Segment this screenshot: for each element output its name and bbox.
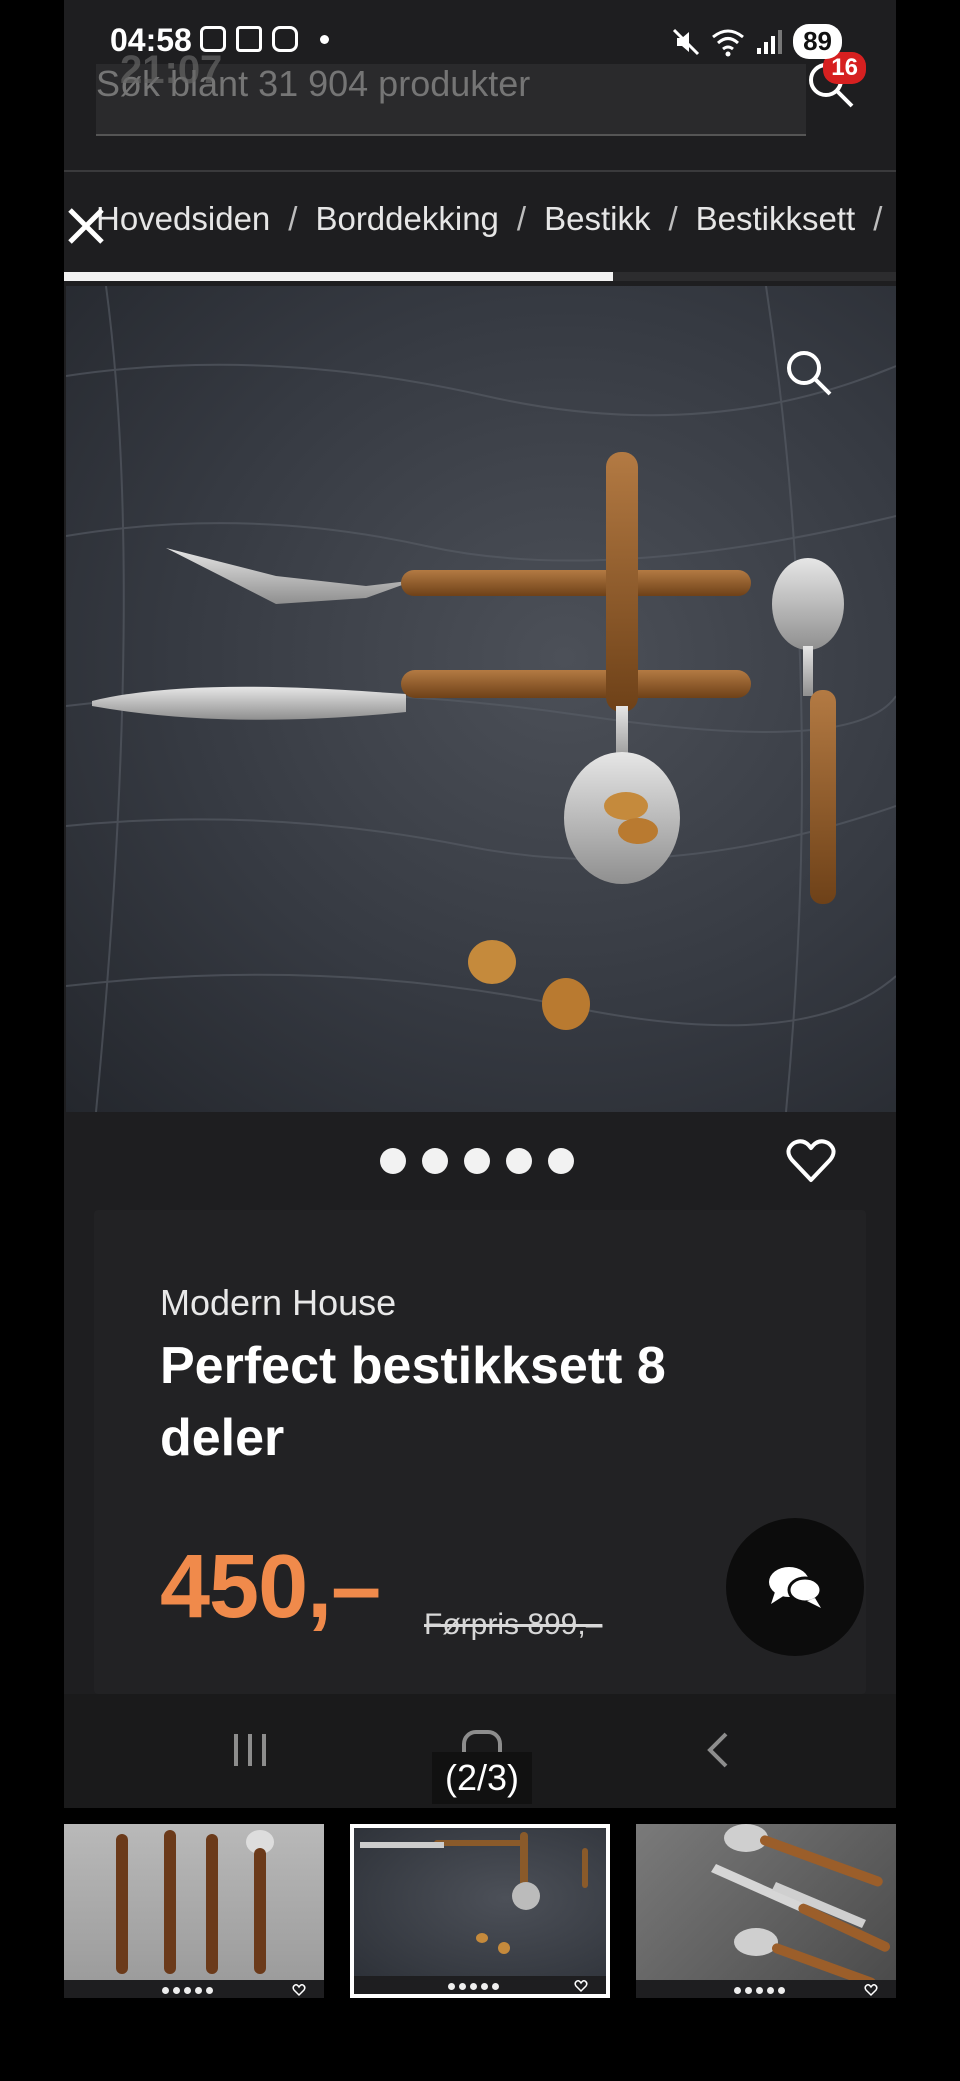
notification-icons — [200, 26, 329, 52]
product-title: Perfect bestikksett 8 deler — [160, 1337, 666, 1467]
carousel-dot[interactable] — [380, 1148, 406, 1174]
thumbnail-2-heart-icon — [574, 1980, 588, 1993]
gallery-progress-fill — [64, 272, 614, 281]
breadcrumb-item-cutlery[interactable]: Bestikk — [544, 200, 650, 246]
gallery-progress — [64, 272, 896, 281]
cutlery-illustration — [66, 286, 896, 1112]
breadcrumb-separator: / — [288, 200, 298, 237]
thumbnail-2[interactable] — [350, 1824, 610, 1998]
close-icon[interactable] — [64, 204, 108, 248]
thumbnail-1-dots — [162, 1987, 213, 1994]
carousel-dot[interactable] — [548, 1148, 574, 1174]
system-icons: 89 — [671, 24, 842, 59]
status-time: 04:58 — [110, 22, 192, 58]
thumbnail-3-image — [711, 1824, 890, 1988]
thumbnail-2-dots — [448, 1983, 499, 1990]
thumbnail-3[interactable] — [636, 1824, 896, 1998]
zoom-icon[interactable] — [782, 346, 834, 398]
chat-button[interactable] — [726, 1518, 864, 1656]
product-image[interactable] — [66, 286, 896, 1112]
page-indicator: (2/3) — [432, 1752, 532, 1804]
status-bar: 04:58 89 — [0, 0, 960, 84]
mute-icon — [673, 28, 700, 55]
back-icon[interactable] — [698, 1730, 738, 1770]
breadcrumb-separator: / — [873, 200, 883, 237]
recents-icon[interactable] — [230, 1730, 270, 1770]
product-brand[interactable]: Modern House — [160, 1282, 396, 1324]
breadcrumb: Hovedsiden / Borddekking / Bestikk / Bes… — [96, 200, 882, 246]
thumbnail-1-heart-icon — [292, 1984, 306, 1997]
thumbnail-3-heart-icon — [864, 1984, 878, 1997]
heart-icon[interactable] — [786, 1138, 836, 1184]
product-old-price: Førpris 899,– — [424, 1608, 603, 1641]
thumbnail-2-image — [360, 1832, 588, 1954]
app-screen: 21:07 16 Hovedsiden / Borddekking / Best… — [64, 0, 896, 1808]
breadcrumb-separator: / — [516, 200, 527, 237]
screenshot-icon — [200, 26, 226, 52]
carousel-dot[interactable] — [422, 1148, 448, 1174]
product-price: 450,– — [160, 1537, 381, 1637]
wifi-icon — [712, 29, 745, 56]
carousel-dot[interactable] — [464, 1148, 490, 1174]
thumbnail-1[interactable] — [64, 1824, 324, 1998]
layers-icon — [236, 26, 262, 52]
signal-icon — [757, 29, 783, 54]
breadcrumb-item-cutlery-sets[interactable]: Bestikksett — [696, 200, 856, 246]
battery-level: 89 — [793, 24, 842, 59]
breadcrumb-item-home[interactable]: Hovedsiden — [96, 200, 270, 246]
breadcrumb-item-table-setting[interactable]: Borddekking — [315, 200, 498, 246]
thumbnail-3-dots — [734, 1987, 785, 1994]
instagram-icon — [272, 26, 298, 52]
more-notifications-dot — [320, 34, 329, 44]
carousel-dot[interactable] — [506, 1148, 532, 1174]
carousel-dots — [380, 1148, 574, 1174]
thumbnail-1-image — [116, 1830, 274, 1974]
chat-icon — [769, 1567, 823, 1608]
breadcrumb-separator: / — [668, 200, 678, 237]
thumbnail-strip — [64, 1824, 896, 1998]
